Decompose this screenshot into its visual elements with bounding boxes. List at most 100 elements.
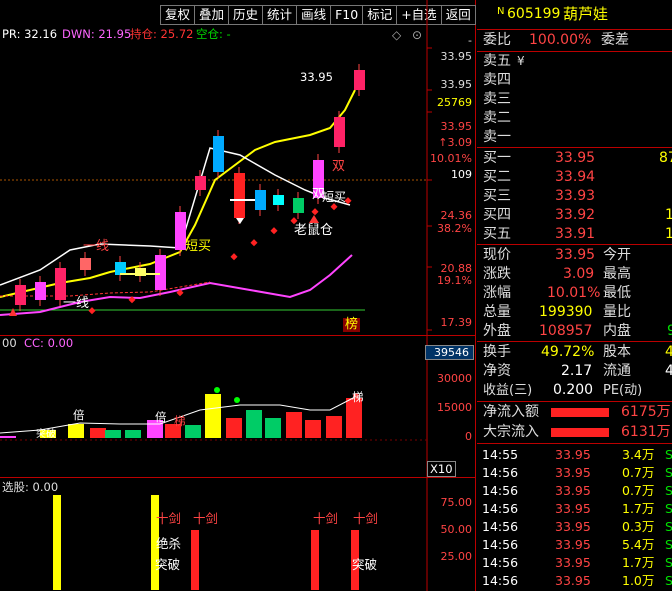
trade-row: 14:56 33.95 0.3万 S: [477, 518, 672, 536]
up-arrow-icon: [309, 215, 319, 223]
ti-mark: 梯: [352, 390, 364, 404]
bid-price: 33.91: [555, 226, 596, 242]
juesha-mark: 绝杀: [156, 536, 182, 551]
trade-price: 33.95: [555, 465, 591, 480]
ask-label: 卖二: [483, 110, 511, 126]
quote-row: 涨跌 3.09 最高: [477, 265, 672, 284]
ask-label: 卖四: [483, 72, 511, 88]
divider-sub: [0, 477, 476, 478]
axis-label: 33.95: [440, 78, 473, 91]
ask-label: 卖五: [483, 53, 511, 69]
quote-label: 涨跌: [483, 266, 511, 282]
volume-bar: [105, 430, 121, 438]
sep: [477, 147, 672, 148]
ask-label: 卖三: [483, 91, 511, 107]
candle-body: [354, 70, 365, 90]
stats-row: 换手 49.72% 股本 4: [477, 343, 672, 362]
trade-row: 14:56 33.95 1.7万 S: [477, 554, 672, 572]
trade-time: 14:56: [482, 465, 519, 480]
stats-value: 49.72%: [541, 344, 595, 360]
trade-time: 14:56: [482, 483, 519, 498]
sub2-tick: 50.00: [440, 523, 473, 536]
trade-price: 33.95: [555, 555, 591, 570]
quote-panel: N 605199 葫芦娃 委比 100.00% 委差 卖五 ¥ 卖四 卖三 卖二 …: [477, 0, 672, 591]
ask-row: 卖一: [477, 128, 672, 147]
stats-value: 4: [665, 363, 672, 379]
candle-body: [234, 173, 245, 218]
laoshucang-label: 老鼠仓: [294, 223, 334, 238]
sep: [477, 244, 672, 245]
volume-bar: [185, 425, 201, 438]
axis-pct-label: 10.01%: [430, 152, 472, 165]
stats-label: 收益(三): [483, 383, 533, 398]
axis-dash: -: [468, 34, 472, 47]
quote-value: 10.01%: [547, 285, 601, 301]
selector-bar: [311, 530, 319, 590]
trade-flag: S: [665, 447, 672, 462]
candle-body: [155, 255, 166, 290]
trade-price: 33.95: [555, 483, 591, 498]
shijian-mark: 十剑: [353, 511, 379, 526]
axis-label: 109: [451, 168, 472, 181]
stock-name: 葫芦娃: [563, 5, 609, 23]
bid-label: 买四: [483, 207, 511, 223]
flow-value: 6175万: [621, 404, 671, 420]
volume-bar: [90, 428, 106, 438]
trade-price: 33.95: [555, 501, 591, 516]
trade-row: 14:55 33.95 3.4万 S: [477, 446, 672, 464]
volume-bar: [68, 424, 84, 438]
quote-value: 3.09: [563, 266, 595, 282]
quote-label: 现价: [483, 247, 511, 263]
trade-volume: 1.7万: [622, 501, 655, 516]
sub2-tick: 25.00: [440, 550, 473, 563]
chart-panel[interactable]: 复权 叠加 历史 统计 画线 F10 标记 +自选 返回 PR: 32.16 D…: [0, 0, 476, 591]
x10-button[interactable]: X10: [427, 461, 456, 477]
bang-label: 榜: [343, 317, 361, 332]
axis-label: 19.1%: [437, 274, 472, 287]
trade-volume: 0.7万: [622, 465, 655, 480]
trade-time: 14:56: [482, 501, 519, 516]
candle-body: [213, 136, 224, 172]
bid-row: 买一 33.95 87: [477, 149, 672, 168]
sub1-left-label: 00: [2, 336, 17, 350]
selector-bar: [191, 530, 199, 590]
trade-price: 33.95: [555, 537, 591, 552]
cc-label: CC: 0.00: [24, 336, 74, 350]
trade-flag: S: [665, 537, 672, 552]
stats-label: 换手: [483, 344, 511, 360]
ask-row: 卖三: [477, 90, 672, 109]
shijian-mark: 十剑: [156, 511, 182, 526]
trade-row: 14:56 33.95 0.7万 S: [477, 482, 672, 500]
stats-row: 净资 2.17 流通 4: [477, 362, 672, 381]
trade-row: 14:56 33.95 5.4万 S: [477, 536, 672, 554]
trade-row: 14:56 33.95 0.7万 S: [477, 464, 672, 482]
bid-row: 买五 33.91 1: [477, 225, 672, 244]
quote-label: 量比: [603, 304, 631, 320]
price-high-label: 33.95: [300, 70, 333, 84]
stats-value: 4: [665, 344, 672, 360]
trade-flag: S: [665, 573, 672, 588]
stock-code: 605199: [507, 6, 561, 22]
candle-body: [35, 282, 46, 300]
yixian-label: 一线: [63, 296, 90, 311]
trade-time: 14:55: [482, 447, 519, 462]
quote-value: 9: [667, 323, 672, 339]
bid-vol: 1: [665, 226, 672, 242]
signal-dot: [311, 208, 319, 216]
trade-time: 14:56: [482, 537, 519, 552]
trade-volume: 0.3万: [622, 519, 655, 534]
flow-row: 大宗流入 6131万: [477, 423, 672, 442]
candle-body: [334, 117, 345, 147]
candle-body: [80, 258, 91, 270]
bid-row: 买二 33.94: [477, 168, 672, 187]
yixian-label: 一线: [83, 239, 110, 254]
quote-label: 最高: [603, 266, 631, 282]
trade-price: 33.95: [555, 519, 591, 534]
quote-label: 总量: [483, 304, 511, 320]
sub1-tick: 0: [465, 430, 472, 443]
trade-time: 14:56: [482, 519, 519, 534]
bid-row: 买四 33.92 1: [477, 206, 672, 225]
bid-label: 买三: [483, 188, 511, 204]
volume-bar: [246, 410, 262, 438]
shuang-label: 双: [332, 159, 346, 174]
